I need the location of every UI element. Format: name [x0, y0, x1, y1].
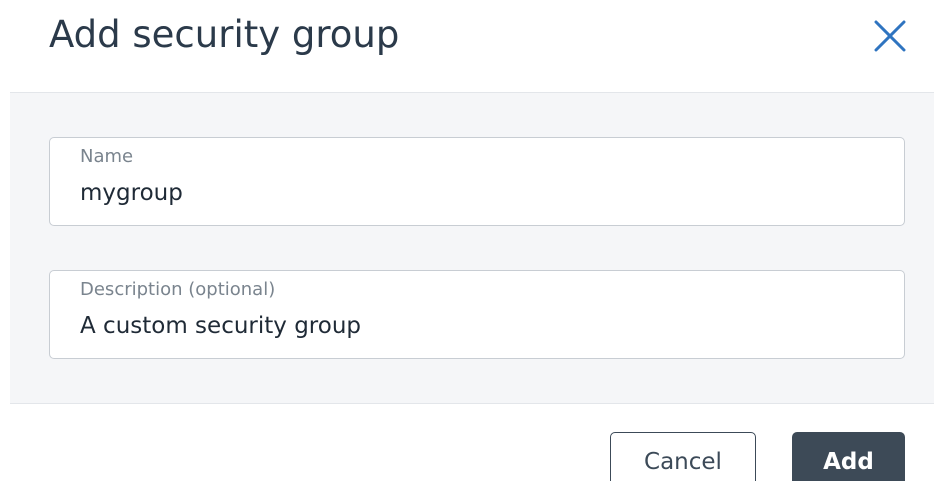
- dialog-header: Add security group: [0, 0, 934, 92]
- description-field[interactable]: Description (optional): [49, 270, 905, 359]
- add-security-group-dialog: Add security group Name Description (opt…: [0, 0, 934, 481]
- name-label: Name: [80, 146, 134, 167]
- dialog-title: Add security group: [49, 13, 400, 56]
- add-button[interactable]: Add: [792, 432, 905, 481]
- dialog-footer: Cancel Add: [0, 404, 934, 481]
- description-input[interactable]: [80, 309, 880, 343]
- cancel-button[interactable]: Cancel: [610, 432, 756, 481]
- close-button[interactable]: [870, 16, 910, 56]
- dialog-body: Name Description (optional): [10, 92, 934, 404]
- close-icon: [874, 20, 906, 52]
- description-label: Description (optional): [80, 279, 276, 300]
- name-field[interactable]: Name: [49, 137, 905, 226]
- name-input[interactable]: [80, 176, 880, 210]
